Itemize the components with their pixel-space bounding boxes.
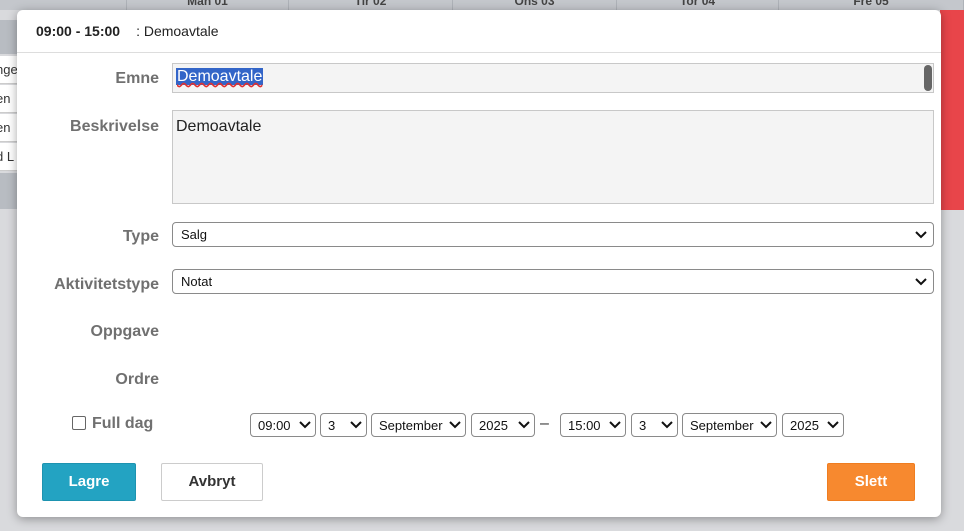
description-label: Beskrivelse: [70, 118, 159, 135]
activity-type-select[interactable]: Notat: [172, 269, 934, 294]
calendar-header: Man 01 Tir 02 Ons 03 Tor 04 Fre 05: [0, 0, 964, 10]
activity-type-select-value: Notat: [181, 274, 213, 289]
start-month-select[interactable]: September: [371, 413, 466, 437]
start-day-value: 3: [328, 418, 336, 433]
full-day-checkbox-row[interactable]: Full dag: [72, 415, 153, 433]
dialog-title: 09:00 - 15:00 : Demoavtale: [17, 10, 941, 53]
calendar-day-header: [0, 0, 127, 10]
calendar-day-header: Tir 02: [289, 0, 453, 10]
appointment-dialog: 09:00 - 15:00 : Demoavtale Emne Demoavta…: [17, 10, 941, 517]
dialog-title-time: 09:00 - 15:00: [36, 23, 121, 39]
end-month-select[interactable]: September: [682, 413, 777, 437]
description-textarea[interactable]: Demoavtale: [172, 110, 934, 204]
start-year-select[interactable]: 2025: [471, 413, 535, 437]
end-day-select[interactable]: 3: [631, 413, 678, 437]
chevron-down-icon: [915, 231, 927, 239]
dialog-title-subject: : Demoavtale: [136, 23, 219, 39]
end-time-value: 15:00: [568, 418, 601, 433]
chevron-down-icon: [449, 421, 461, 429]
chevron-down-icon: [350, 421, 362, 429]
full-day-checkbox[interactable]: [72, 415, 86, 430]
subject-scrollbar[interactable]: [924, 65, 932, 91]
type-select-value: Salg: [181, 227, 208, 242]
start-year-value: 2025: [479, 418, 508, 433]
start-time-value: 09:00: [258, 418, 291, 433]
description-value: Demoavtale: [176, 118, 262, 135]
chevron-down-icon: [518, 421, 530, 429]
full-day-label: Full dag: [92, 415, 154, 432]
chevron-down-icon: [609, 421, 621, 429]
type-label: Type: [122, 228, 159, 245]
end-year-value: 2025: [790, 418, 819, 433]
type-select[interactable]: Salg: [172, 222, 934, 247]
end-year-select[interactable]: 2025: [782, 413, 844, 437]
end-time-select[interactable]: 15:00: [560, 413, 626, 437]
activity-type-label: Aktivitetstype: [54, 276, 159, 293]
date-range-separator: –: [540, 415, 549, 432]
calendar-day-header: Tor 04: [617, 0, 779, 10]
subject-value: Demoavtale: [176, 68, 264, 85]
cancel-button[interactable]: Avbryt: [161, 463, 263, 501]
chevron-down-icon: [299, 421, 311, 429]
chevron-down-icon: [661, 421, 673, 429]
chevron-down-icon: [827, 421, 839, 429]
save-button[interactable]: Lagre: [42, 463, 136, 501]
subject-label: Emne: [115, 70, 159, 87]
start-month-value: September: [379, 418, 443, 433]
calendar-day-header: Ons 03: [453, 0, 617, 10]
calendar-day-header: Fre 05: [779, 0, 964, 10]
chevron-down-icon: [915, 278, 927, 286]
chevron-down-icon: [760, 421, 772, 429]
end-day-value: 3: [639, 418, 647, 433]
delete-button[interactable]: Slett: [827, 463, 915, 501]
task-label: Oppgave: [90, 323, 159, 340]
start-time-select[interactable]: 09:00: [250, 413, 316, 437]
start-day-select[interactable]: 3: [320, 413, 367, 437]
end-month-value: September: [690, 418, 754, 433]
calendar-day-header: Man 01: [127, 0, 289, 10]
subject-input[interactable]: Demoavtale: [172, 63, 934, 93]
calendar-event-block[interactable]: [940, 10, 964, 210]
order-label: Ordre: [115, 371, 159, 388]
